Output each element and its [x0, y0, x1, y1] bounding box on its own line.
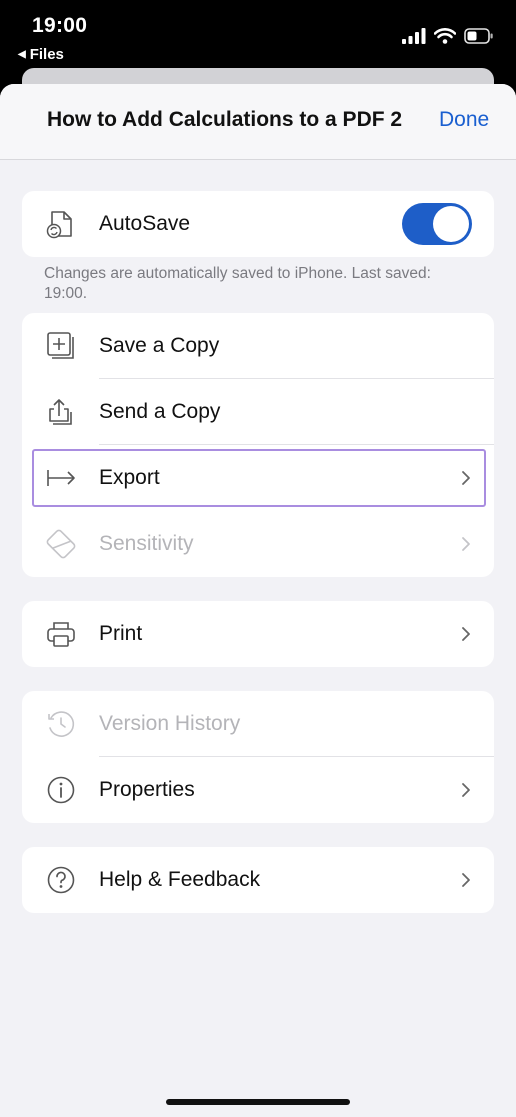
version-history-row: Version History [22, 691, 494, 757]
sensitivity-label: Sensitivity [99, 532, 194, 555]
properties-row[interactable]: Properties [22, 757, 494, 823]
help-card: Help & Feedback [22, 847, 494, 913]
printer-icon [47, 622, 75, 647]
sensitivity-icon [46, 529, 76, 559]
save-a-copy-row[interactable]: Save a Copy [22, 313, 494, 379]
status-time: 19:00 [32, 14, 88, 37]
help-feedback-label: Help & Feedback [99, 868, 261, 891]
sensitivity-row: Sensitivity [22, 511, 494, 577]
info-icon [47, 776, 75, 804]
autosave-card: AutoSave [22, 191, 494, 257]
print-row[interactable]: Print [22, 601, 494, 667]
properties-label: Properties [99, 778, 195, 801]
toggle-knob [433, 206, 469, 242]
help-feedback-row[interactable]: Help & Feedback [22, 847, 494, 913]
version-history-label: Version History [99, 712, 241, 735]
status-bar: 19:00 ◀ Files [0, 0, 516, 66]
autosave-document-icon [46, 211, 72, 239]
back-arrow-icon: ◀ [18, 49, 26, 60]
chevron-right-icon [462, 537, 470, 551]
share-icon [49, 399, 72, 425]
save-a-copy-label: Save a Copy [99, 334, 220, 357]
autosave-toggle[interactable] [402, 203, 472, 245]
autosave-label: AutoSave [99, 212, 191, 235]
done-button[interactable]: Done [439, 108, 489, 132]
history-clock-icon [48, 711, 75, 737]
battery-icon [464, 28, 493, 44]
send-a-copy-label: Send a Copy [99, 400, 221, 423]
autosave-caption: Changes are automatically saved to iPhon… [44, 265, 431, 302]
autosave-row: AutoSave [22, 191, 494, 257]
chevron-right-icon [462, 873, 470, 887]
wifi-icon [434, 28, 456, 44]
home-indicator[interactable] [166, 1099, 350, 1105]
back-files-label: Files [29, 46, 64, 63]
help-question-icon [47, 866, 75, 894]
export-label: Export [99, 466, 160, 489]
print-card: Print [22, 601, 494, 667]
chevron-right-icon [462, 471, 470, 485]
document-title: How to Add Calculations to a PDF 2 [47, 108, 403, 131]
sheet-header: How to Add Calculations to a PDF 2 Done [0, 84, 516, 160]
chevron-right-icon [462, 627, 470, 641]
export-row[interactable]: Export [22, 445, 494, 511]
back-to-files-link[interactable]: ◀ Files [18, 46, 64, 63]
print-label: Print [99, 622, 143, 645]
cellular-signal-icon [402, 28, 426, 44]
save-copy-icon [47, 332, 74, 359]
status-icons [402, 28, 494, 44]
file-actions-card: Save a Copy Send a Copy Export Sensitivi… [22, 313, 494, 577]
send-a-copy-row[interactable]: Send a Copy [22, 379, 494, 445]
info-card: Version History Properties [22, 691, 494, 823]
export-arrow-icon [47, 470, 75, 486]
chevron-right-icon [462, 783, 470, 797]
file-options-sheet: How to Add Calculations to a PDF 2 Done … [0, 84, 516, 1117]
